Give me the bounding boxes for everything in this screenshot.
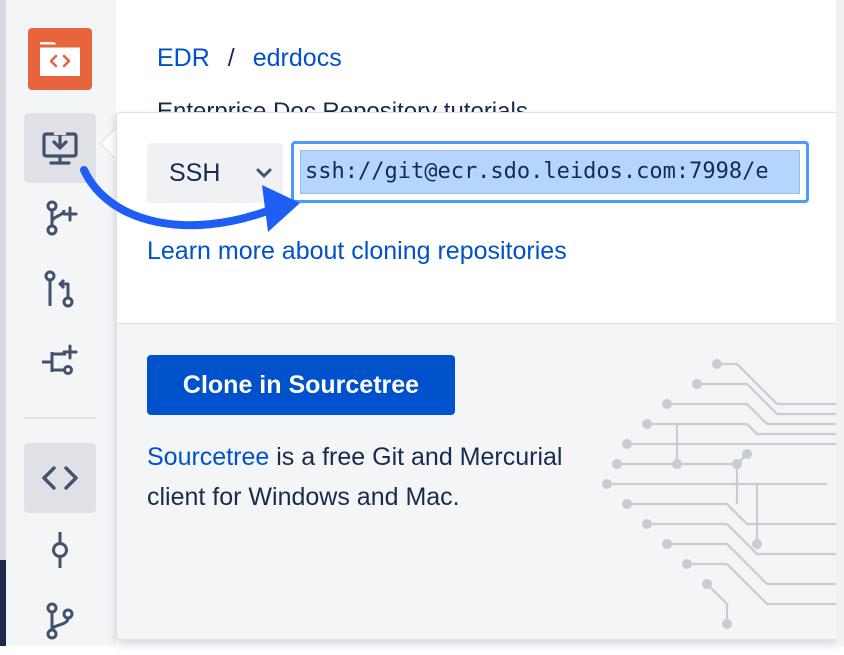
- repo-logo[interactable]: [28, 28, 92, 90]
- sourcetree-link[interactable]: Sourcetree: [147, 443, 269, 471]
- commit-icon: [52, 532, 68, 568]
- sidebar-item-create-pull-request[interactable]: [24, 255, 96, 325]
- sidebar-item-create-branch[interactable]: [24, 183, 96, 253]
- sidebar-item-clone[interactable]: [24, 113, 96, 183]
- sidebar-item-source[interactable]: [24, 443, 96, 513]
- clone-in-sourcetree-button[interactable]: Clone in Sourcetree: [147, 355, 455, 415]
- clone-icon: [42, 128, 78, 165]
- fork-icon: [42, 344, 78, 375]
- protocol-select[interactable]: SSH: [147, 143, 283, 203]
- sidebar-item-commits[interactable]: [24, 515, 96, 585]
- learn-more-link[interactable]: Learn more about cloning repositories: [147, 237, 567, 266]
- window-right-edge: [836, 0, 844, 646]
- breadcrumb-repo[interactable]: edrdocs: [253, 44, 342, 72]
- chevron-down-icon: [256, 168, 272, 178]
- clone-popup: SSH ssh://git@ecr.sdo.leidos.com:7998/e …: [116, 112, 838, 640]
- code-icon: [42, 466, 78, 490]
- breadcrumb-project[interactable]: EDR: [157, 44, 210, 72]
- clone-url-text[interactable]: ssh://git@ecr.sdo.leidos.com:7998/e: [300, 150, 800, 194]
- folder-code-icon: [40, 42, 80, 76]
- branch-plus-icon: [46, 200, 78, 236]
- protocol-value: SSH: [169, 158, 221, 187]
- breadcrumb: EDR / edrdocs: [157, 44, 342, 73]
- sidebar-item-fork[interactable]: [24, 325, 96, 395]
- sourcetree-description: Sourcetree is a free Git and Mercurial c…: [147, 437, 587, 517]
- sidebar-item-branches[interactable]: [24, 585, 96, 655]
- sourcetree-section: Clone in Sourcetree Sourcetree is a free…: [117, 323, 837, 639]
- clone-url-input[interactable]: ssh://git@ecr.sdo.leidos.com:7998/e: [291, 141, 809, 203]
- circuit-tree-illustration: [602, 359, 837, 629]
- pull-request-icon: [44, 270, 74, 308]
- sidebar: [6, 0, 116, 646]
- branches-icon: [46, 602, 74, 640]
- breadcrumb-separator: /: [227, 44, 235, 72]
- sidebar-divider: [24, 417, 96, 419]
